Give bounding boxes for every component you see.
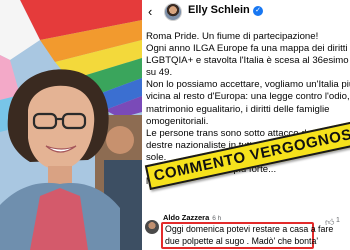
commenter-name[interactable]: Aldo Zazzera 6 h	[163, 213, 221, 222]
like-count: 1	[336, 217, 340, 224]
photo-illustration	[0, 0, 142, 250]
post-header: ‹ Elly Schlein ✓	[142, 0, 350, 26]
post-author-name[interactable]: Elly Schlein	[188, 4, 250, 16]
post-line: LGBTQIA+ e stavolta l'Italia è scesa al …	[146, 55, 350, 67]
back-arrow-icon[interactable]: ‹	[148, 5, 152, 19]
post-line: Non lo possiamo accettare, vogliamo un'I…	[146, 79, 350, 91]
post-line: matrimonio egualitario, i diritti delle …	[146, 103, 330, 115]
comment-text: Oggi domenica potevi restare a casa a fa…	[165, 223, 334, 247]
verified-badge-icon: ✓	[253, 6, 263, 16]
profile-photo	[0, 0, 142, 250]
comment-line: Oggi domenica potevi restare a casa a fa…	[165, 224, 334, 234]
comment-time: 6 h	[212, 215, 222, 222]
post-line: Roma Pride. Un fiume di partecipazione!	[146, 31, 319, 42]
post-line: vicina al resto d'Europa: una legge cont…	[146, 91, 350, 103]
post-line: Ogni anno ILGA Europe fa una mappa dei d…	[146, 43, 348, 55]
post-line: su 49.	[146, 67, 173, 79]
commenter-name-text[interactable]: Aldo Zazzera	[163, 213, 209, 222]
post-line: omogenitoriali.	[146, 115, 209, 127]
commenter-avatar[interactable]	[145, 220, 159, 234]
comment-line: due polpette al sugo . Madò' che bonta'	[165, 236, 319, 246]
author-avatar[interactable]	[164, 3, 182, 21]
comment-card: Aldo Zazzera 6 h 👍︎ 1 Oggi domenica potev…	[142, 203, 350, 250]
